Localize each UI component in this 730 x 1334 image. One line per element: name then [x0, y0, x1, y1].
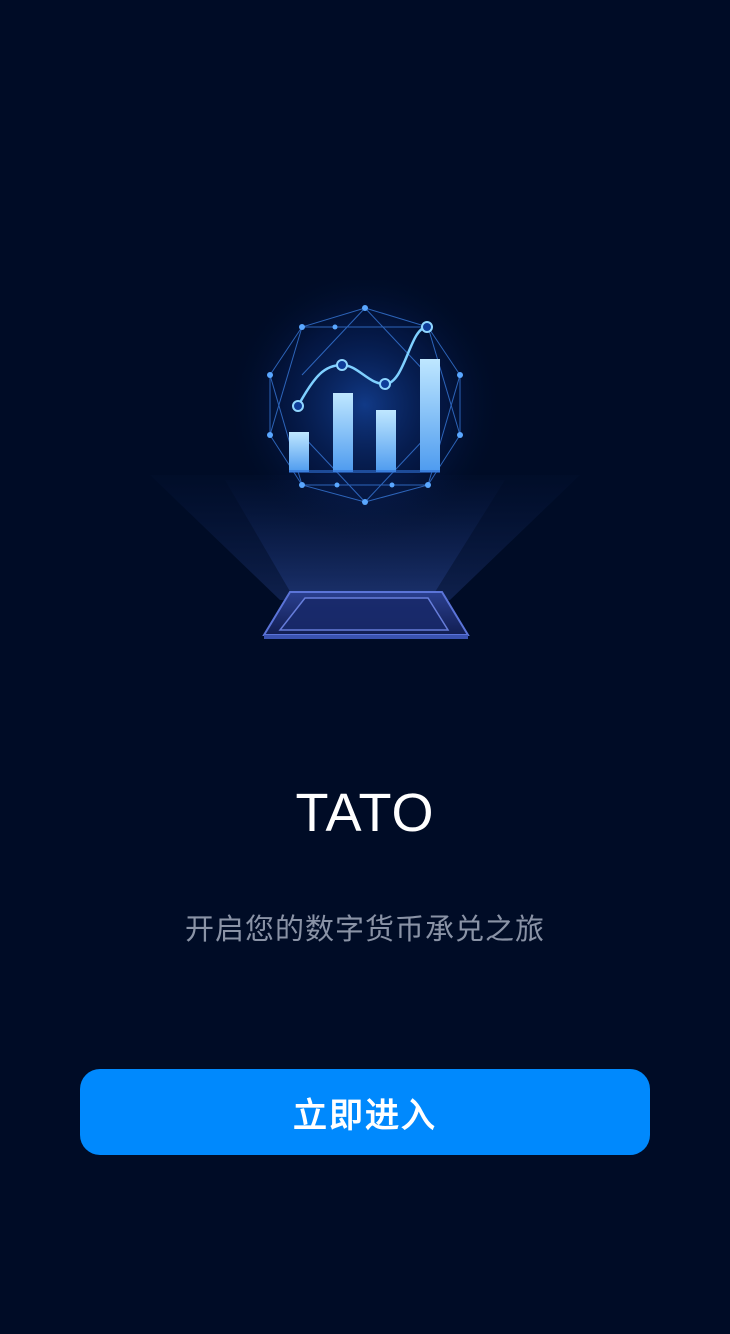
app-title: TATO: [295, 783, 435, 843]
app-tagline: 开启您的数字货币承兑之旅: [184, 912, 545, 946]
hologram-chart-icon: [150, 280, 580, 639]
hero-illustration: [130, 280, 600, 660]
enter-now-button[interactable]: 立即进入: [80, 1069, 650, 1155]
